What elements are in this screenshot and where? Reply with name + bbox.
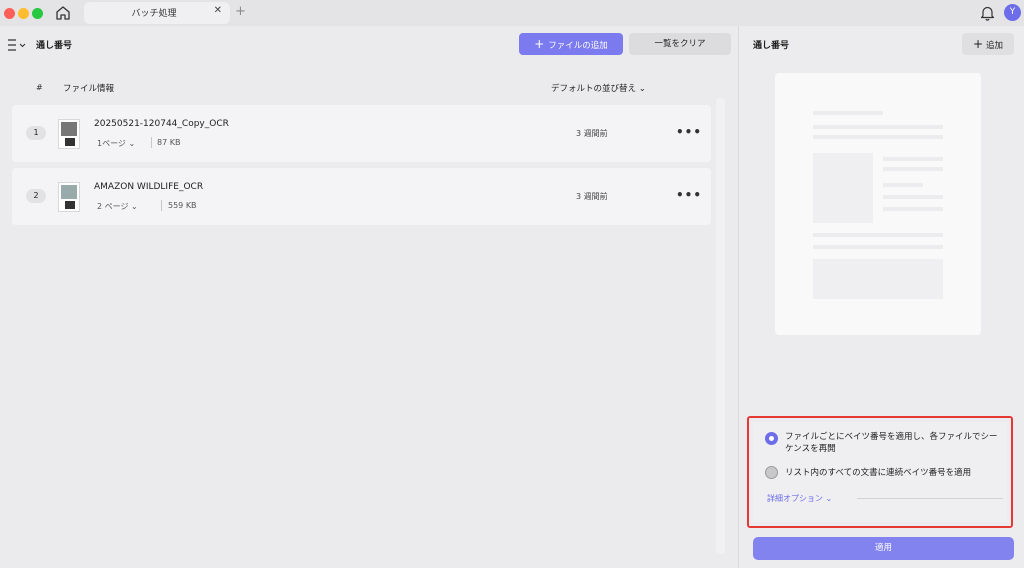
- page-preview: [775, 73, 981, 335]
- add-label: 追加: [986, 41, 1004, 51]
- clear-list-button[interactable]: 一覧をクリア: [629, 33, 731, 55]
- close-window-button[interactable]: [4, 8, 15, 19]
- plus-icon: +: [972, 37, 984, 51]
- add-file-button[interactable]: + ファイルの追加: [519, 33, 623, 55]
- page-title: 通し番号: [36, 41, 73, 51]
- tab-title: バッチ処理: [131, 9, 177, 19]
- bell-icon[interactable]: [980, 5, 995, 21]
- file-size: 87 KB: [157, 138, 181, 147]
- sort-dropdown[interactable]: デフォルトの並び替え ⌄: [551, 82, 646, 94]
- tab-batch-processing[interactable]: バッチ処理 ✕: [84, 2, 230, 24]
- file-name: AMAZON WILDLIFE_OCR: [94, 182, 204, 192]
- table-row[interactable]: 2 AMAZON WILDLIFE_OCR 2 ページ ⌄ 559 KB 3 週…: [12, 168, 711, 225]
- panel-title: 通し番号: [753, 41, 790, 51]
- row-number: 1: [26, 126, 46, 140]
- page-count-dropdown[interactable]: 1ページ ⌄: [97, 138, 135, 149]
- home-icon[interactable]: [54, 4, 72, 22]
- apply-button[interactable]: 適用: [753, 537, 1014, 560]
- radio-continuous-numbering[interactable]: [765, 466, 778, 479]
- option-continuous-numbering-label[interactable]: リスト内のすべての文書に連続ベイツ番号を適用: [785, 466, 971, 478]
- file-list-panel: 通し番号 + ファイルの追加 一覧をクリア # ファイル情報 デフォルトの並び替え…: [0, 26, 738, 568]
- more-options-icon[interactable]: •••: [676, 126, 702, 138]
- title-bar: バッチ処理 ✕ + Y: [0, 0, 1024, 26]
- advanced-options-toggle[interactable]: 詳細オプション ⌄: [767, 493, 832, 504]
- avatar[interactable]: Y: [1004, 4, 1021, 21]
- file-name: 20250521-120744_Copy_OCR: [94, 119, 229, 129]
- table-row[interactable]: 1 20250521-120744_Copy_OCR 1ページ ⌄ 87 KB …: [12, 105, 711, 162]
- column-header-file-info: ファイル情報: [63, 84, 115, 94]
- maximize-window-button[interactable]: [32, 8, 43, 19]
- option-restart-per-file-label[interactable]: ファイルごとにベイツ番号を適用し、各ファイルでシーケンスを再開: [785, 431, 1003, 455]
- page-count-dropdown[interactable]: 2 ページ ⌄: [97, 201, 138, 212]
- file-size: 559 KB: [168, 201, 197, 210]
- divider: [151, 137, 152, 148]
- numbering-options-card: ファイルごとにベイツ番号を適用し、各ファイルでシーケンスを再開 リスト内のすべて…: [753, 422, 1007, 522]
- settings-panel: 通し番号 + 追加 ファイルごとにベイツ番号を適用し、各ファイルでシーケンスを再開…: [738, 26, 1024, 568]
- row-number: 2: [26, 189, 46, 203]
- more-options-icon[interactable]: •••: [676, 189, 702, 201]
- divider: [161, 200, 162, 211]
- modified-time: 3 週間前: [576, 192, 608, 201]
- add-button[interactable]: + 追加: [962, 33, 1014, 55]
- add-file-label: ファイルの追加: [548, 41, 608, 51]
- file-thumbnail: [58, 119, 80, 149]
- plus-icon: +: [534, 37, 545, 51]
- column-header-number: #: [36, 83, 43, 92]
- divider: [857, 498, 1003, 499]
- modified-time: 3 週間前: [576, 129, 608, 138]
- numbering-options-box: ファイルごとにベイツ番号を適用し、各ファイルでシーケンスを再開 リスト内のすべて…: [747, 416, 1013, 528]
- tab-close-icon[interactable]: ✕: [214, 5, 222, 16]
- radio-restart-per-file[interactable]: [765, 432, 778, 445]
- file-thumbnail: [58, 182, 80, 212]
- new-tab-button[interactable]: +: [235, 4, 246, 19]
- menu-icon[interactable]: [7, 39, 29, 51]
- scrollbar[interactable]: [716, 98, 725, 554]
- minimize-window-button[interactable]: [18, 8, 29, 19]
